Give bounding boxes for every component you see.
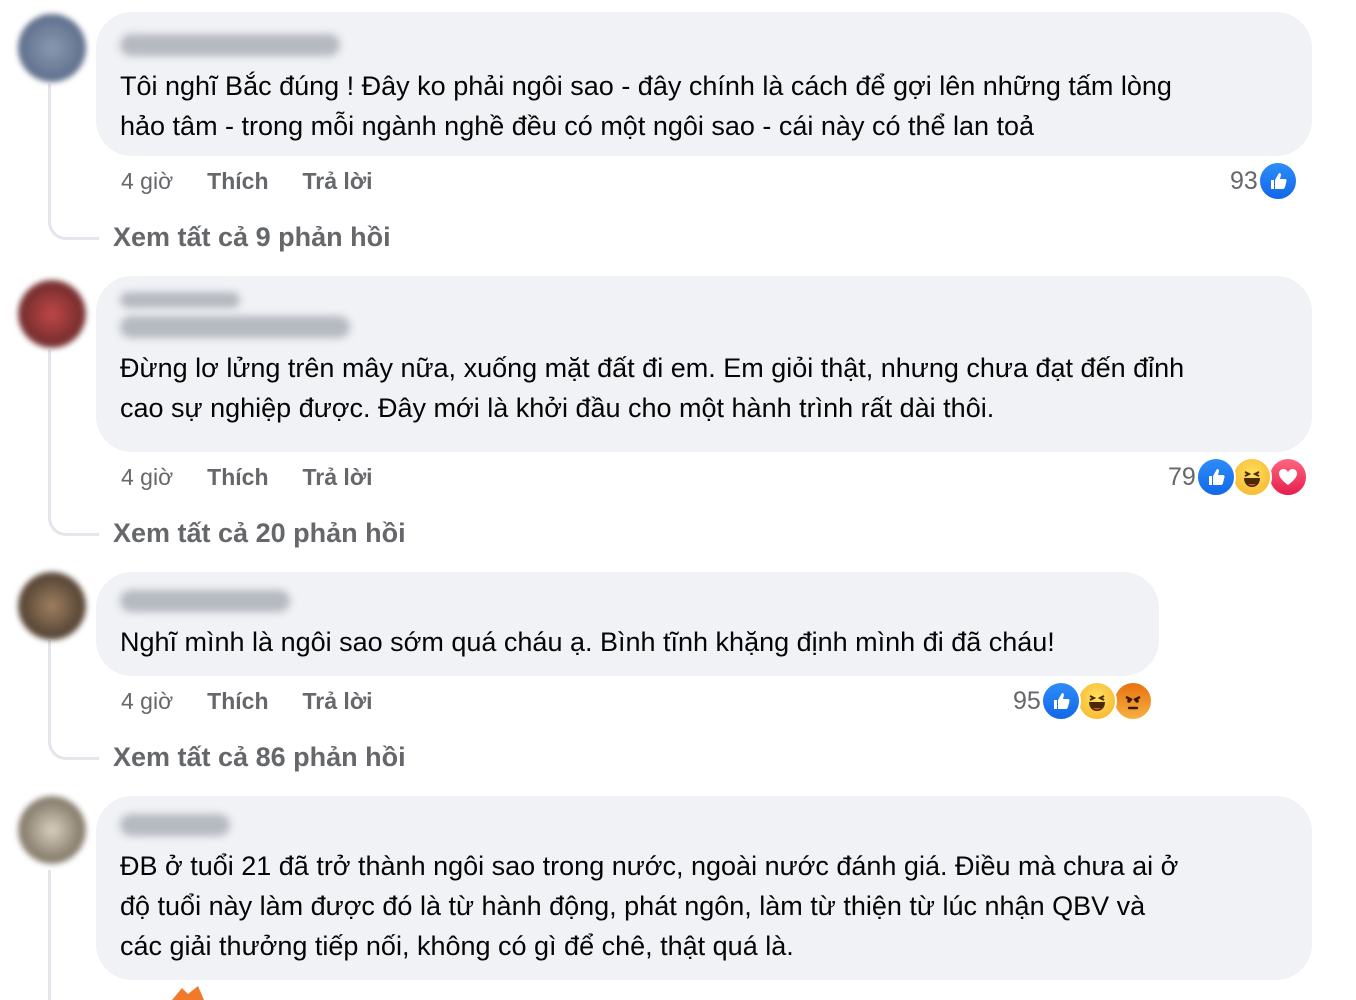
avatar[interactable] [18,14,86,82]
comment-time[interactable]: 4 giờ [121,464,173,491]
author-badge-blurred [120,292,240,308]
author-name-blurred[interactable] [120,316,350,338]
comment-text: Nghĩ mình là ngôi sao sớm quá cháu ạ. Bì… [120,627,1055,657]
like-button[interactable]: Thích [207,688,268,715]
comment-actions: 4 giờ Thích Trả lời [121,457,407,497]
angry-icon [1112,681,1153,721]
comment-actions: 4 giờ Thích Trả lời [121,681,407,721]
reply-button[interactable]: Trả lời [303,168,373,195]
author-name-blurred[interactable] [120,590,290,612]
reaction-count: 95 [1013,686,1041,715]
like-button[interactable]: Thích [207,168,268,195]
reply-connector [48,350,99,536]
author-name-blurred[interactable] [120,814,230,836]
partial-reaction-icon [172,986,204,1000]
view-all-replies-link[interactable]: Xem tất cả 86 phản hồi [113,737,406,777]
author-name-blurred[interactable] [120,34,340,56]
reaction-count: 93 [1230,166,1258,195]
comment-actions: 4 giờ Thích Trả lời [121,161,407,201]
comment-time[interactable]: 4 giờ [121,688,173,715]
comment-time[interactable]: 4 giờ [121,168,173,195]
love-icon [1267,457,1308,497]
reaction-summary[interactable]: 95 [1013,681,1153,721]
view-all-replies-link[interactable]: Xem tất cả 9 phản hồi [113,217,391,257]
comment-text: Đừng lơ lửng trên mây nữa, xuống mặt đất… [120,353,1185,423]
reply-connector [48,84,99,240]
reaction-summary[interactable]: 93 [1230,161,1298,201]
comment-text: ĐB ở tuổi 21 đã trở thành ngôi sao trong… [120,851,1179,961]
reaction-count: 79 [1168,462,1196,491]
comment-bubble: Đừng lơ lửng trên mây nữa, xuống mặt đất… [96,276,1312,452]
comment-bubble: ĐB ở tuổi 21 đã trở thành ngôi sao trong… [96,796,1312,980]
like-icon [1195,457,1236,497]
comment-bubble: Nghĩ mình là ngôi sao sớm quá cháu ạ. Bì… [96,572,1159,676]
avatar[interactable] [18,572,86,640]
reaction-summary[interactable]: 79 [1168,457,1308,497]
reply-connector [48,640,99,760]
reply-connector [48,870,51,1000]
comment-bubble: Tôi nghĩ Bắc đúng ! Đây ko phải ngôi sao… [96,12,1312,156]
view-all-replies-link[interactable]: Xem tất cả 20 phản hồi [113,513,406,553]
haha-icon [1076,681,1117,721]
avatar[interactable] [18,280,86,348]
like-icon [1257,161,1298,201]
like-button[interactable]: Thích [207,464,268,491]
haha-icon [1231,457,1272,497]
reply-button[interactable]: Trả lời [303,464,373,491]
avatar[interactable] [18,796,86,864]
like-icon [1040,681,1081,721]
reply-button[interactable]: Trả lời [303,688,373,715]
comment-text: Tôi nghĩ Bắc đúng ! Đây ko phải ngôi sao… [120,71,1172,141]
